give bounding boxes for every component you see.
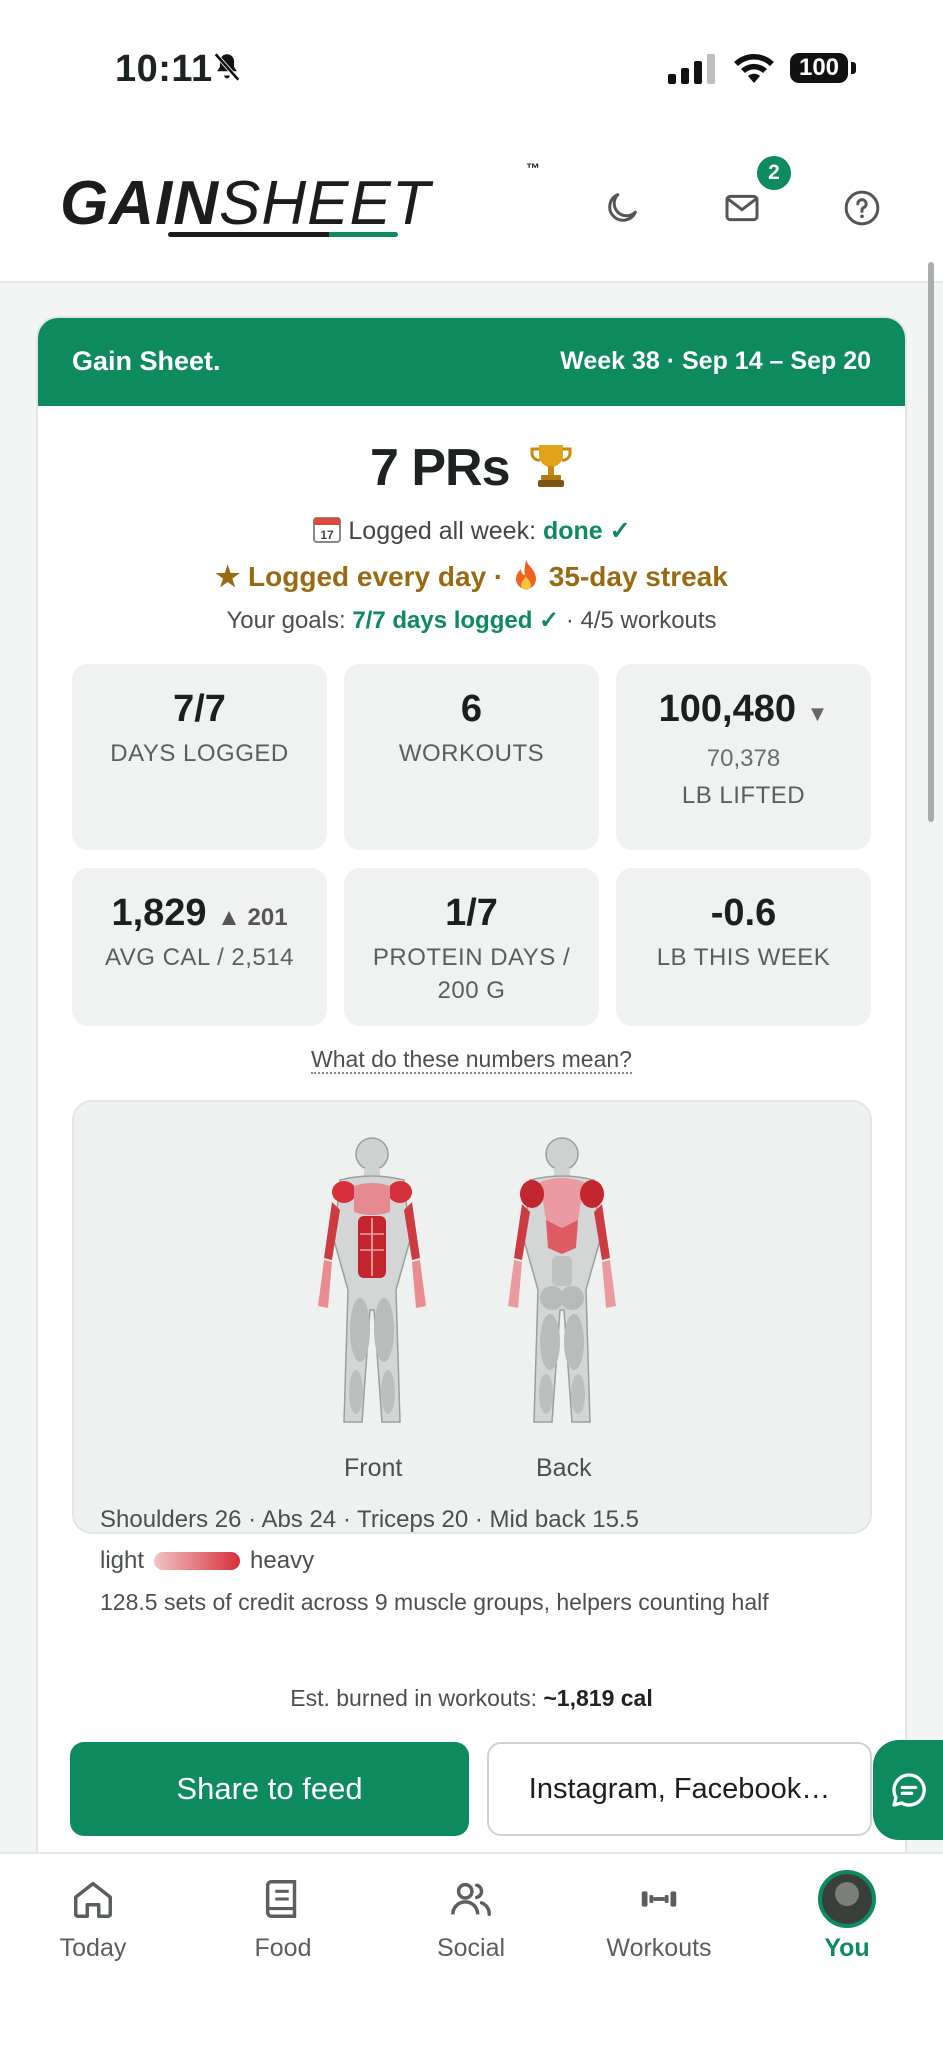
wifi-icon <box>734 54 774 83</box>
mail-icon[interactable] <box>722 188 762 228</box>
scrollbar[interactable] <box>928 262 934 822</box>
stat-label: DAYS LOGGED <box>110 740 289 767</box>
stat-label: PROTEIN DAYS / 200 G <box>372 944 571 1004</box>
tab-workouts[interactable]: Workouts <box>584 1876 734 1963</box>
chat-fab[interactable] <box>873 1740 943 1840</box>
signal-icon <box>668 54 715 84</box>
stat-protein-days: 1/7 PROTEIN DAYS / 200 G <box>344 868 599 1026</box>
streak-suffix: 35-day streak <box>541 561 728 592</box>
goals-prefix: Your goals: <box>226 607 353 634</box>
streak-line: ★ Logged every day · 35-day streak <box>38 558 905 593</box>
card-header: Gain Sheet. Week 38 · Sep 14 – Sep 20 <box>38 318 905 406</box>
legend-gradient <box>154 1552 241 1570</box>
logged-week-line: 17 Logged all week: done ✓ <box>38 514 905 546</box>
legend-light: light <box>100 1547 145 1574</box>
svg-text:17: 17 <box>321 528 335 542</box>
status-bar: 10:11 100 <box>0 0 943 140</box>
front-label: Front <box>344 1454 403 1482</box>
stat-weight-change: -0.6 LB THIS WEEK <box>616 868 871 1026</box>
goals-workouts: · 4/5 workouts <box>559 607 717 634</box>
gain-sheet-card: Gain Sheet. Week 38 · Sep 14 – Sep 20 7 … <box>36 316 907 1876</box>
app-logo[interactable]: GAINSHEET <box>60 168 431 239</box>
tab-food[interactable]: Food <box>208 1876 358 1963</box>
burned-calories-line: Est. burned in workouts: ~1,819 cal <box>38 1685 905 1712</box>
stat-value-row: 100,480 ▼ <box>616 688 871 731</box>
numbers-help-link[interactable]: What do these numbers mean? <box>38 1046 905 1074</box>
trophy-icon <box>530 445 572 487</box>
tab-label: Today <box>59 1934 127 1962</box>
stat-label: AVG CAL / 2,514 <box>105 944 294 971</box>
stat-label: LB LIFTED <box>681 782 806 809</box>
logo-gain: GAIN <box>60 169 219 238</box>
help-icon[interactable] <box>842 188 882 228</box>
stat-value: 6 <box>460 688 483 730</box>
tab-label: Food <box>254 1934 312 1962</box>
battery-level: 100 <box>790 53 848 83</box>
pr-count: 7 PRs <box>370 439 511 497</box>
front-body-figure <box>318 1137 426 1423</box>
logo-sheet: SHEET <box>219 169 431 238</box>
tab-you[interactable]: You <box>772 1870 922 1963</box>
home-icon <box>74 1881 112 1918</box>
stat-value-row: 1,829 ▲ 201 <box>72 892 327 935</box>
stat-value: 1,829 <box>111 892 207 934</box>
fire-icon <box>516 560 537 590</box>
card-week-range: Week 38 · Sep 14 – Sep 20 <box>560 347 871 375</box>
stat-workouts: 6 WORKOUTS <box>344 664 599 850</box>
back-label: Back <box>536 1454 592 1482</box>
avatar <box>818 1870 876 1928</box>
logged-status: done ✓ <box>542 517 631 545</box>
stat-avg-cal: 1,829 ▲ 201 AVG CAL / 2,514 <box>72 868 327 1026</box>
stat-value: 1/7 <box>445 892 498 934</box>
share-to-feed-button[interactable]: Share to feed <box>70 1742 469 1836</box>
tab-social[interactable]: Social <box>396 1876 546 1963</box>
share-external-button[interactable]: Instagram, Facebook… <box>487 1742 872 1836</box>
tab-label: You <box>824 1934 870 1962</box>
people-icon <box>451 1882 491 1917</box>
logged-prefix: Logged all week: <box>348 517 543 545</box>
pr-headline: 7 PRs <box>38 438 905 498</box>
battery-nub <box>851 62 856 74</box>
chat-icon <box>892 1773 926 1807</box>
burned-value: ~1,819 cal <box>543 1685 653 1711</box>
stat-delta-up: ▲ 201 <box>217 904 288 931</box>
back-body-figure <box>508 1137 616 1423</box>
tab-label: Social <box>436 1934 506 1962</box>
moon-icon[interactable] <box>602 188 642 228</box>
book-icon <box>265 1880 297 1918</box>
calendar-icon: 17 <box>313 517 342 543</box>
dumbbell-icon <box>641 1891 677 1907</box>
stat-previous: 70,378 <box>706 745 781 772</box>
legend-heavy: heavy <box>250 1547 315 1574</box>
bell-off-icon <box>214 52 240 82</box>
tab-label: Workouts <box>606 1934 712 1962</box>
logo-underline <box>168 232 398 237</box>
card-brand: Gain Sheet. <box>72 346 221 376</box>
numbers-help-text[interactable]: What do these numbers mean? <box>311 1046 632 1074</box>
stat-lb-lifted: 100,480 ▼ 70,378 LB LIFTED <box>616 664 871 850</box>
sets-credit-note: 128.5 sets of credit across 9 muscle gro… <box>100 1589 769 1615</box>
goals-days: 7/7 days logged ✓ <box>352 607 560 634</box>
stat-value: 100,480 <box>658 688 797 730</box>
bottom-tab-bar: Today Food Social Workouts You <box>0 1852 943 2048</box>
stat-delta-down: ▼ <box>806 701 829 726</box>
status-time: 10:11 <box>115 48 213 90</box>
stat-label: WORKOUTS <box>398 740 545 767</box>
tab-today[interactable]: Today <box>18 1876 168 1963</box>
app-header: GAINSHEET <box>0 140 943 283</box>
muscle-map-panel: Front Back Shoulders 26 · Abs 24 · Trice… <box>72 1100 872 1615</box>
intensity-legend: light heavy <box>100 1547 314 1575</box>
stat-days-logged: 7/7 DAYS LOGGED <box>72 664 327 850</box>
muscle-volume-list: Shoulders 26 · Abs 24 · Triceps 20 · Mid… <box>100 1506 639 1533</box>
mail-badge: 2 <box>757 156 791 190</box>
stat-value: 7/7 <box>173 688 226 730</box>
stat-label: LB THIS WEEK <box>656 944 831 971</box>
goals-line: Your goals: 7/7 days logged ✓ · 4/5 work… <box>38 606 905 635</box>
stat-value: -0.6 <box>710 892 777 934</box>
streak-text: ★ Logged every day · <box>215 561 512 592</box>
logo-trademark: ™ <box>526 160 540 176</box>
burned-prefix: Est. burned in workouts: <box>290 1685 544 1711</box>
muscle-map <box>318 1137 616 1423</box>
